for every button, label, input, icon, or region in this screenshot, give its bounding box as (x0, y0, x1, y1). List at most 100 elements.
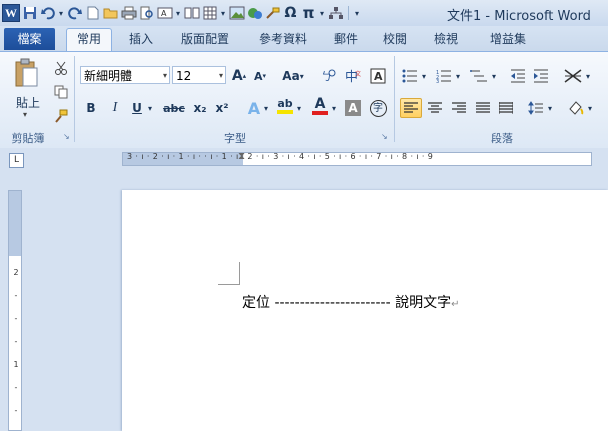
shading-icon[interactable] (566, 98, 586, 118)
tab-insert[interactable]: 插入 (121, 30, 161, 51)
equation-dropdown-icon[interactable]: ▾ (318, 4, 326, 22)
svg-text:文: 文 (355, 70, 361, 78)
character-shading-button[interactable]: A (344, 98, 362, 118)
svg-text:ㄅ: ㄅ (321, 70, 332, 83)
superscript-button[interactable]: x² (212, 98, 232, 118)
paste-dropdown-icon[interactable]: ▾ (23, 110, 27, 119)
clipboard-dialog-launcher-icon[interactable]: ↘ (63, 132, 70, 141)
numbering-icon[interactable]: 123 (434, 66, 454, 86)
clip-art-icon[interactable] (246, 4, 263, 22)
print-preview-icon[interactable] (138, 4, 155, 22)
document-paragraph[interactable]: 定位 ----------------------- 說明文字↵ (242, 292, 459, 312)
redo-icon[interactable] (66, 4, 83, 22)
grow-font-label: A (231, 68, 243, 84)
format-painter-button-icon[interactable] (52, 106, 70, 126)
bullets-icon[interactable] (400, 66, 420, 86)
multilevel-dropdown-icon[interactable]: ▾ (490, 66, 498, 86)
shading-dropdown-icon[interactable]: ▾ (586, 98, 594, 118)
highlight-dropdown-icon[interactable]: ▾ (295, 98, 303, 118)
format-painter-icon[interactable] (264, 4, 281, 22)
tab-page-layout[interactable]: 版面配置 (172, 30, 238, 51)
word-app-icon[interactable]: W (2, 4, 20, 22)
margin-corner-mark (218, 284, 240, 285)
equation-icon[interactable]: π (300, 4, 317, 22)
book-icon[interactable] (183, 4, 200, 22)
group-separator (394, 56, 395, 142)
decrease-indent-icon[interactable] (508, 66, 528, 86)
vertical-ruler[interactable]: 2 - - - 1 - - (8, 190, 22, 431)
picture-icon[interactable] (228, 4, 245, 22)
indent-marker-icon[interactable]: ⧗ (238, 153, 245, 162)
underline-button[interactable]: U (128, 98, 146, 118)
chevron-down-icon: ▾ (218, 71, 223, 80)
ribbon: 貼上 ▾ 剪貼簿 ↘ 新細明體 ▾ 12 ▾ A ▴ A ▾ Aa ▾ ㄅ 中文 A … (0, 51, 608, 149)
horizontal-ruler[interactable]: 3 · ı · 2 · ı · 1 · ı · · ı · 1 · ı · 2 … (122, 152, 592, 166)
text-effects-button[interactable]: A (244, 98, 264, 118)
strikethrough-button[interactable]: abc (162, 98, 186, 118)
tab-mailings[interactable]: 郵件 (326, 30, 366, 51)
justify-button[interactable] (473, 98, 493, 118)
font-color-dropdown-icon[interactable]: ▾ (330, 98, 338, 118)
tab-addins[interactable]: 增益集 (481, 30, 535, 51)
italic-button[interactable]: I (106, 98, 124, 118)
phonetic-guide-icon[interactable]: ㄅ (318, 66, 338, 86)
font-color-button[interactable]: A (310, 96, 330, 116)
smartart-icon[interactable] (327, 4, 344, 22)
font-size-combo[interactable]: 12 ▾ (172, 66, 226, 84)
undo-dropdown-icon[interactable]: ▾ (57, 4, 65, 22)
bullets-dropdown-icon[interactable]: ▾ (420, 66, 428, 86)
tab-home[interactable]: 常用 (66, 28, 112, 52)
bold-button[interactable]: B (82, 98, 100, 118)
increase-indent-icon[interactable] (531, 66, 551, 86)
tab-selector-button[interactable]: L (9, 153, 24, 168)
asian-layout-dropdown-icon[interactable]: ▾ (584, 66, 592, 86)
highlight-button[interactable]: ab (275, 96, 295, 116)
subscript-button[interactable]: x₂ (190, 98, 210, 118)
multilevel-list-icon[interactable] (468, 66, 490, 86)
text-box-icon[interactable]: A (156, 4, 173, 22)
align-left-button[interactable] (400, 98, 422, 118)
chinese-convert-icon[interactable]: 中文 (344, 66, 364, 86)
shrink-font-button[interactable]: A ▾ (250, 66, 270, 86)
numbering-dropdown-icon[interactable]: ▾ (454, 66, 462, 86)
open-folder-icon[interactable] (102, 4, 119, 22)
copy-icon[interactable] (52, 82, 70, 102)
customize-qat-icon[interactable]: ▾ (353, 4, 361, 22)
grow-font-button[interactable]: A ▴ (229, 66, 249, 86)
font-group-label: 字型 (224, 132, 246, 145)
table-icon[interactable] (201, 4, 218, 22)
vruler-tick: - (14, 291, 18, 300)
print-icon[interactable] (120, 4, 137, 22)
enclose-characters-button[interactable]: 字 (368, 98, 388, 118)
font-dialog-launcher-icon[interactable]: ↘ (381, 132, 388, 141)
text-box-dropdown-icon[interactable]: ▾ (174, 4, 182, 22)
document-page[interactable]: 定位 ----------------------- 說明文字↵ (122, 190, 608, 431)
paste-button[interactable] (14, 58, 38, 88)
align-right-button[interactable] (449, 98, 469, 118)
change-case-button[interactable]: Aa ▾ (278, 66, 308, 86)
text-effects-dropdown-icon[interactable]: ▾ (262, 98, 270, 118)
symbol-icon[interactable]: Ω (282, 4, 299, 22)
new-document-icon[interactable] (84, 4, 101, 22)
line-spacing-dropdown-icon[interactable]: ▾ (546, 98, 554, 118)
underline-dropdown-icon[interactable]: ▾ (146, 98, 154, 118)
table-dropdown-icon[interactable]: ▾ (219, 4, 227, 22)
font-name-combo[interactable]: 新細明體 ▾ (80, 66, 170, 84)
chevron-down-icon: ▾ (162, 71, 167, 80)
character-border-icon[interactable]: A (369, 66, 387, 86)
tab-view[interactable]: 檢視 (426, 30, 466, 51)
font-size-value: 12 (176, 69, 192, 83)
line-spacing-icon[interactable] (526, 98, 546, 118)
window-title: 文件1 - Microsoft Word (447, 9, 591, 24)
tab-file[interactable]: 檔案 (4, 28, 55, 50)
asian-layout-icon[interactable] (562, 66, 584, 86)
tab-review[interactable]: 校閱 (375, 30, 415, 51)
tab-references[interactable]: 參考資料 (250, 30, 316, 51)
paste-label[interactable]: 貼上 (16, 94, 40, 111)
save-icon[interactable] (21, 4, 38, 22)
align-center-button[interactable] (425, 98, 445, 118)
cut-icon[interactable] (52, 58, 70, 78)
undo-icon[interactable] (39, 4, 56, 22)
character-shading-label: A (345, 100, 361, 116)
distributed-button[interactable] (496, 98, 516, 118)
